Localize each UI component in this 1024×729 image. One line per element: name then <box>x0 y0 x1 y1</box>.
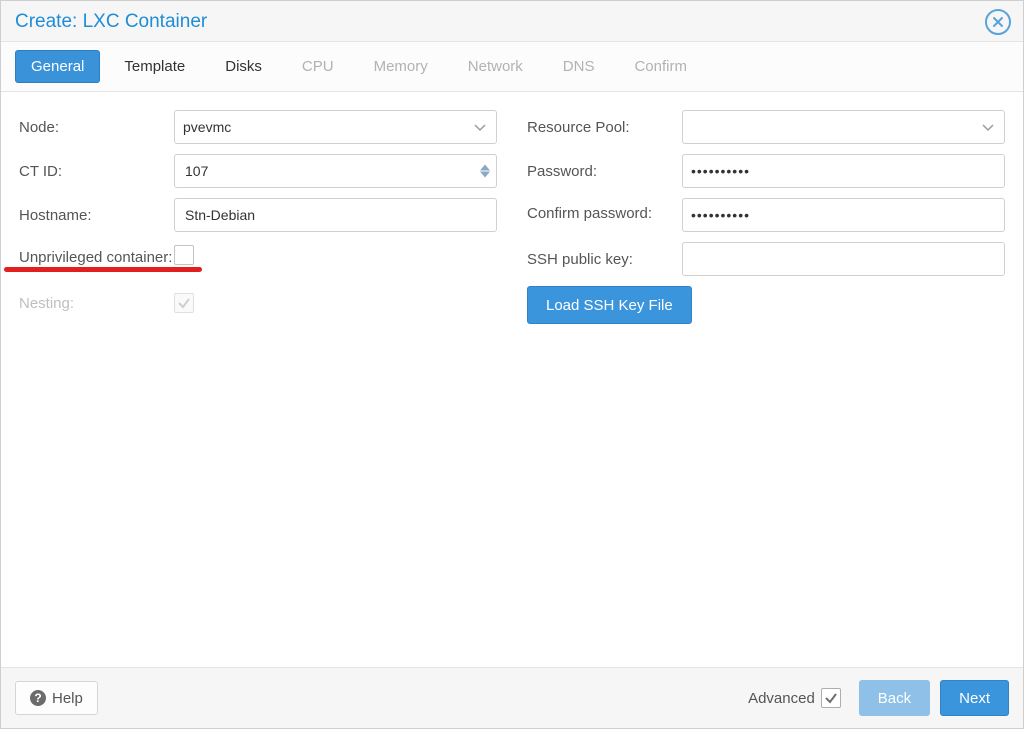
row-hostname: Hostname: <box>19 198 497 232</box>
row-ssh-public-key: SSH public key: <box>527 242 1005 276</box>
spinner-arrows-icon[interactable] <box>480 165 490 178</box>
password-value: •••••••••• <box>691 163 750 179</box>
hostname-label: Hostname: <box>19 207 174 224</box>
left-column: Node: pvevmc CT ID: <box>19 110 497 667</box>
confirm-password-field[interactable]: •••••••••• <box>682 198 1005 232</box>
node-value: pvevmc <box>183 119 231 135</box>
help-button[interactable]: ? Help <box>15 681 98 715</box>
help-label: Help <box>52 690 83 707</box>
dialog-footer: ? Help Advanced Back Next <box>1 667 1023 728</box>
confirm-password-value: •••••••••• <box>691 207 750 223</box>
resource-pool-select[interactable] <box>682 110 1005 144</box>
node-label: Node: <box>19 119 174 136</box>
row-resource-pool: Resource Pool: <box>527 110 1005 144</box>
node-select[interactable]: pvevmc <box>174 110 497 144</box>
titlebar: Create: LXC Container <box>1 1 1023 42</box>
tab-cpu: CPU <box>286 50 350 83</box>
tab-template[interactable]: Template <box>108 50 201 83</box>
row-load-ssh: Load SSH Key File <box>527 286 1005 324</box>
wizard-tabs: General Template Disks CPU Memory Networ… <box>1 42 1023 92</box>
ctid-spinner[interactable] <box>174 154 497 188</box>
next-button[interactable]: Next <box>940 680 1009 716</box>
tab-general[interactable]: General <box>15 50 100 83</box>
ctid-input[interactable] <box>183 154 488 188</box>
row-confirm-password: Confirm password: •••••••••• <box>527 198 1005 232</box>
dialog-title: Create: LXC Container <box>15 11 985 33</box>
advanced-label: Advanced <box>748 690 815 707</box>
tab-disks[interactable]: Disks <box>209 50 278 83</box>
unprivileged-checkbox[interactable] <box>174 245 194 265</box>
load-ssh-key-button[interactable]: Load SSH Key File <box>527 286 692 324</box>
password-field[interactable]: •••••••••• <box>682 154 1005 188</box>
tab-confirm: Confirm <box>618 50 703 83</box>
ssh-public-key-field[interactable] <box>682 242 1005 276</box>
unprivileged-label: Unprivileged container: <box>19 242 174 268</box>
confirm-password-label: Confirm password: <box>527 198 682 224</box>
nesting-checkbox <box>174 293 194 313</box>
annotation-underline <box>4 267 202 272</box>
tab-network: Network <box>452 50 539 83</box>
nesting-label: Nesting: <box>19 295 174 312</box>
row-password: Password: •••••••••• <box>527 154 1005 188</box>
ctid-label: CT ID: <box>19 163 174 180</box>
row-nesting: Nesting: <box>19 286 497 320</box>
back-button[interactable]: Back <box>859 680 930 716</box>
close-button[interactable] <box>985 9 1011 35</box>
password-label: Password: <box>527 163 682 180</box>
tab-dns: DNS <box>547 50 611 83</box>
right-column: Resource Pool: Password: •••••••••• <box>527 110 1005 667</box>
hostname-field[interactable] <box>174 198 497 232</box>
ssh-public-key-label: SSH public key: <box>527 251 682 268</box>
chevron-down-icon <box>982 119 994 135</box>
row-node: Node: pvevmc <box>19 110 497 144</box>
create-lxc-dialog: Create: LXC Container General Template D… <box>0 0 1024 729</box>
tab-memory: Memory <box>358 50 444 83</box>
ssh-public-key-input[interactable] <box>691 242 996 276</box>
help-icon: ? <box>30 690 46 706</box>
hostname-input[interactable] <box>183 198 488 232</box>
form-body: Node: pvevmc CT ID: <box>1 92 1023 667</box>
row-ctid: CT ID: <box>19 154 497 188</box>
resource-pool-label: Resource Pool: <box>527 119 682 136</box>
chevron-down-icon <box>474 119 486 135</box>
close-icon <box>992 16 1004 28</box>
advanced-checkbox[interactable] <box>821 688 841 708</box>
